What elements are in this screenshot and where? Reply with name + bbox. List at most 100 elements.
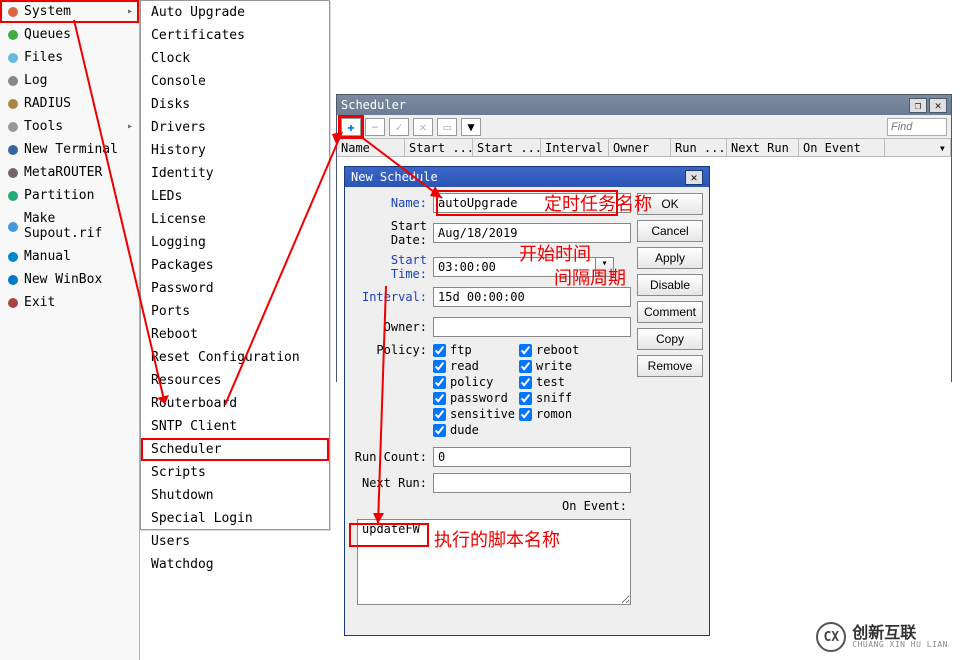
remove-button[interactable]: −: [365, 118, 385, 136]
submenu-item-routerboard[interactable]: Routerboard: [141, 392, 329, 415]
submenu-item-users[interactable]: Users: [141, 530, 329, 553]
column-header[interactable]: Start ...: [473, 139, 541, 156]
submenu-item-console[interactable]: Console: [141, 70, 329, 93]
checkbox-input[interactable]: [433, 376, 446, 389]
checkbox-input[interactable]: [433, 424, 446, 437]
sidebar-item-metarouter[interactable]: MetaROUTER: [0, 161, 139, 184]
sidebar-item-partition[interactable]: Partition: [0, 184, 139, 207]
policy-checkbox-romon[interactable]: romon: [519, 407, 601, 421]
sidebar-item-label: RADIUS: [24, 96, 71, 111]
submenu-item-ports[interactable]: Ports: [141, 300, 329, 323]
policy-checkbox-sensitive[interactable]: sensitive: [433, 407, 515, 421]
submenu-item-identity[interactable]: Identity: [141, 162, 329, 185]
submenu-item-sntp-client[interactable]: SNTP Client: [141, 415, 329, 438]
submenu-item-watchdog[interactable]: Watchdog: [141, 553, 329, 576]
find-input[interactable]: [887, 118, 947, 136]
checkbox-input[interactable]: [433, 408, 446, 421]
sidebar-item-log[interactable]: Log: [0, 69, 139, 92]
disable-button[interactable]: Disable: [637, 274, 703, 296]
enable-button-icon[interactable]: ✓: [389, 118, 409, 136]
dialog-titlebar: New Schedule ✕: [345, 167, 709, 187]
add-button[interactable]: ✚: [341, 118, 361, 136]
sidebar-item-tools[interactable]: Tools▸: [0, 115, 139, 138]
column-header[interactable]: Next Run: [727, 139, 799, 156]
policy-checkbox-ftp[interactable]: ftp: [433, 343, 515, 357]
sidebar-item-files[interactable]: Files: [0, 46, 139, 69]
sidebar-item-radius[interactable]: RADIUS: [0, 92, 139, 115]
sidebar-item-queues[interactable]: Queues: [0, 23, 139, 46]
submenu-item-clock[interactable]: Clock: [141, 47, 329, 70]
policy-checkbox-sniff[interactable]: sniff: [519, 391, 601, 405]
column-header[interactable]: Run ...: [671, 139, 727, 156]
comment-button[interactable]: Comment: [637, 301, 703, 323]
checkbox-label: dude: [450, 423, 479, 437]
submenu-item-scheduler[interactable]: Scheduler: [141, 438, 329, 461]
checkbox-input[interactable]: [433, 360, 446, 373]
checkbox-input[interactable]: [519, 392, 532, 405]
submenu-item-password[interactable]: Password: [141, 277, 329, 300]
exit-icon: [6, 296, 20, 310]
submenu-item-auto-upgrade[interactable]: Auto Upgrade: [141, 1, 329, 24]
filter-button[interactable]: ▼: [461, 118, 481, 136]
checkbox-input[interactable]: [519, 376, 532, 389]
submenu-item-history[interactable]: History: [141, 139, 329, 162]
dialog-close-button[interactable]: ✕: [685, 170, 703, 185]
policy-checkbox-dude[interactable]: dude: [433, 423, 515, 437]
policy-checkbox-read[interactable]: read: [433, 359, 515, 373]
sidebar-item-system[interactable]: System▸: [0, 0, 139, 23]
sidebar-item-exit[interactable]: Exit: [0, 291, 139, 314]
submenu-item-drivers[interactable]: Drivers: [141, 116, 329, 139]
column-header[interactable]: Interval: [541, 139, 609, 156]
interval-input[interactable]: [433, 287, 631, 307]
sidebar-item-manual[interactable]: Manual: [0, 245, 139, 268]
start-time-input[interactable]: [433, 257, 596, 277]
copy-button[interactable]: Copy: [637, 328, 703, 350]
submenu-item-shutdown[interactable]: Shutdown: [141, 484, 329, 507]
checkbox-input[interactable]: [519, 360, 532, 373]
policy-checkbox-password[interactable]: password: [433, 391, 515, 405]
submenu-item-reboot[interactable]: Reboot: [141, 323, 329, 346]
submenu-item-special-login[interactable]: Special Login: [141, 507, 329, 530]
sidebar-item-make-supout-rif[interactable]: Make Supout.rif: [0, 207, 139, 245]
checkbox-input[interactable]: [519, 344, 532, 357]
comment-button-icon[interactable]: ▭: [437, 118, 457, 136]
column-header[interactable]: Owner: [609, 139, 671, 156]
checkbox-input[interactable]: [433, 344, 446, 357]
column-header[interactable]: Name: [337, 139, 405, 156]
sidebar-item-new-terminal[interactable]: New Terminal: [0, 138, 139, 161]
run-count-input[interactable]: [433, 447, 631, 467]
checkbox-input[interactable]: [433, 392, 446, 405]
sidebar-item-new-winbox[interactable]: New WinBox: [0, 268, 139, 291]
submenu-item-leds[interactable]: LEDs: [141, 185, 329, 208]
name-input[interactable]: [433, 193, 631, 213]
owner-input[interactable]: [433, 317, 631, 337]
policy-checkbox-reboot[interactable]: reboot: [519, 343, 601, 357]
policy-checkbox-policy[interactable]: policy: [433, 375, 515, 389]
submenu-item-reset-configuration[interactable]: Reset Configuration: [141, 346, 329, 369]
submenu-item-certificates[interactable]: Certificates: [141, 24, 329, 47]
submenu-item-scripts[interactable]: Scripts: [141, 461, 329, 484]
column-header[interactable]: On Event: [799, 139, 885, 156]
policy-label: Policy:: [351, 343, 433, 357]
column-header[interactable]: Start ...: [405, 139, 473, 156]
next-run-input[interactable]: [433, 473, 631, 493]
policy-checkbox-test[interactable]: test: [519, 375, 601, 389]
submenu-item-packages[interactable]: Packages: [141, 254, 329, 277]
policy-checkbox-write[interactable]: write: [519, 359, 601, 373]
submenu-item-resources[interactable]: Resources: [141, 369, 329, 392]
on-event-textarea[interactable]: [357, 519, 631, 605]
cancel-button[interactable]: Cancel: [637, 220, 703, 242]
apply-button[interactable]: Apply: [637, 247, 703, 269]
remove-button[interactable]: Remove: [637, 355, 703, 377]
start-time-dropdown[interactable]: ▾: [596, 257, 614, 277]
ok-button[interactable]: OK: [637, 193, 703, 215]
submenu-item-license[interactable]: License: [141, 208, 329, 231]
submenu-item-logging[interactable]: Logging: [141, 231, 329, 254]
start-date-input[interactable]: [433, 223, 631, 243]
restore-button[interactable]: ❐: [909, 98, 927, 113]
checkbox-input[interactable]: [519, 408, 532, 421]
submenu-item-disks[interactable]: Disks: [141, 93, 329, 116]
column-dropdown-icon[interactable]: ▾: [885, 139, 951, 156]
disable-button-icon[interactable]: ✕: [413, 118, 433, 136]
close-button[interactable]: ✕: [929, 98, 947, 113]
